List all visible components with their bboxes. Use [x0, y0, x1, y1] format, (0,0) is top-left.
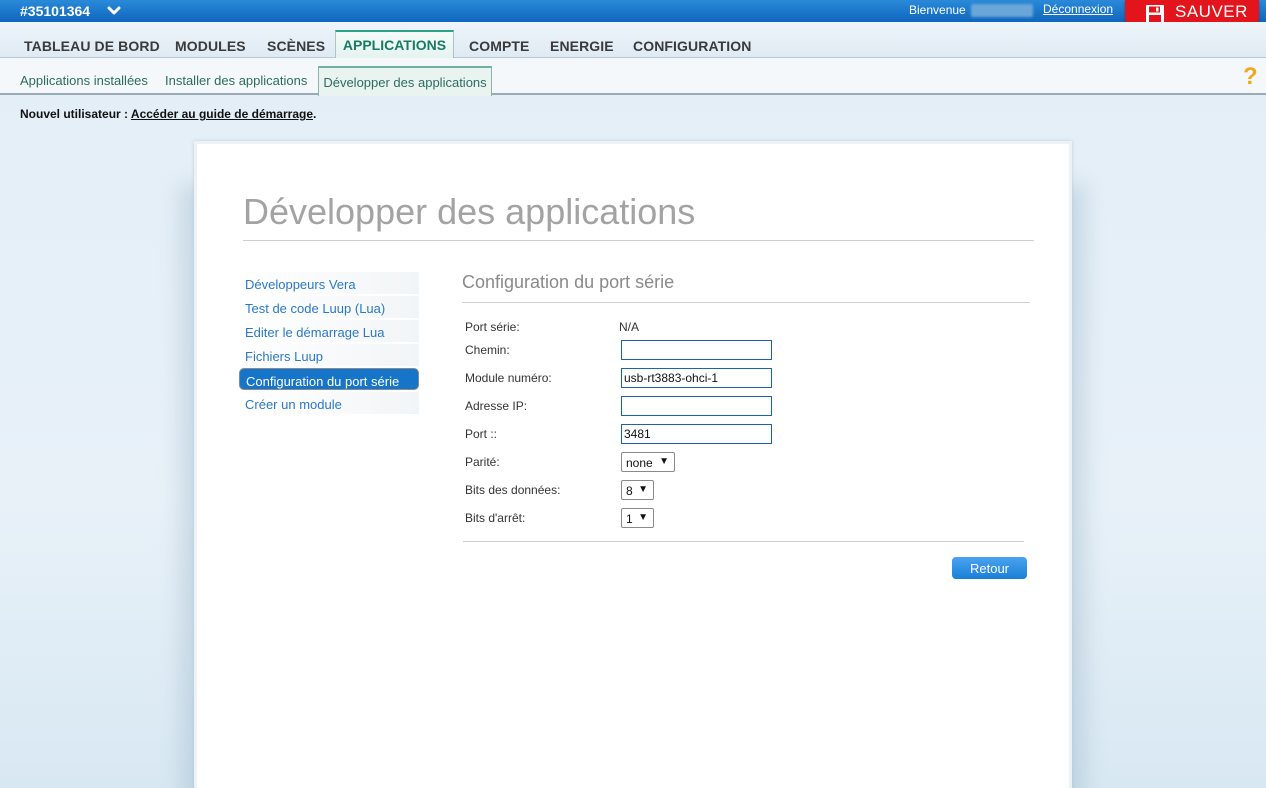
tab-applications-installees[interactable]: Applications installées	[20, 73, 148, 88]
main-nav: TABLEAU DE BORD MODULES SCÈNES APPLICATI…	[0, 22, 1266, 59]
divider	[243, 240, 1034, 241]
content-panel: Développer des applications Développeurs…	[194, 141, 1072, 788]
side-menu-item-editer-demarrage-lua[interactable]: Editer le démarrage Lua	[239, 320, 419, 342]
bits-donnees-value: 8	[626, 484, 633, 498]
welcome-text: Bienvenue	[909, 3, 966, 17]
section-title: Configuration du port série	[462, 272, 675, 292]
help-icon[interactable]: ?	[1243, 63, 1258, 91]
port-input[interactable]	[621, 424, 772, 444]
side-menu-item-fichiers-luup[interactable]: Fichiers Luup	[239, 344, 419, 366]
getting-started-link[interactable]: Accéder au guide de démarrage	[131, 107, 313, 121]
side-menu-item-test-code-luup[interactable]: Test de code Luup (Lua)	[239, 296, 419, 318]
adresse-ip-label: Adresse IP:	[465, 399, 528, 413]
logout-link[interactable]: Déconnexion	[1043, 2, 1113, 16]
top-bar: #35101364 Bienvenue Déconnexion	[0, 0, 1266, 22]
username-redacted	[971, 4, 1033, 17]
port-serie-label: Port série:	[465, 320, 520, 334]
nav-modules[interactable]: MODULES	[175, 38, 246, 54]
adresse-ip-input[interactable]	[621, 396, 772, 416]
nav-tableau-de-bord[interactable]: TABLEAU DE BORD	[24, 38, 160, 54]
tab-installer-applications[interactable]: Installer des applications	[165, 73, 307, 88]
divider	[462, 302, 1030, 303]
parite-select[interactable]: none ▼	[621, 452, 675, 472]
module-numero-label: Module numéro:	[465, 371, 552, 385]
new-user-suffix: .	[313, 107, 317, 121]
new-user-prefix: Nouvel utilisateur :	[20, 107, 129, 121]
dropdown-arrow-icon: ▼	[638, 484, 648, 495]
divider	[463, 541, 1024, 542]
chemin-label: Chemin:	[465, 343, 510, 357]
device-id: #35101364	[20, 3, 91, 19]
port-serie-value: N/A	[619, 320, 640, 334]
page-title: Développer des applications	[243, 191, 696, 232]
bits-arret-value: 1	[626, 512, 633, 526]
bits-donnees-label: Bits des données:	[465, 483, 561, 497]
nav-applications[interactable]: APPLICATIONS	[335, 30, 454, 59]
sub-nav: Applications installées Installer des ap…	[0, 58, 1266, 96]
side-menu-item-developpeurs-vera[interactable]: Développeurs Vera	[239, 272, 419, 294]
side-menu-item-creer-module[interactable]: Créer un module	[239, 392, 419, 414]
chemin-input[interactable]	[621, 340, 772, 360]
dropdown-arrow-icon: ▼	[659, 456, 669, 467]
nav-compte[interactable]: COMPTE	[469, 38, 530, 54]
dropdown-arrow-icon: ▼	[638, 512, 648, 523]
tab-developper-applications[interactable]: Développer des applications	[318, 66, 492, 96]
bits-arret-label: Bits d'arrêt:	[465, 511, 526, 525]
nav-energie[interactable]: ENERGIE	[550, 38, 614, 54]
parite-label: Parité:	[465, 455, 500, 469]
parite-value: none	[626, 456, 653, 470]
module-numero-input[interactable]	[621, 368, 772, 388]
side-menu-item-configuration-port-serie[interactable]: Configuration du port série	[239, 368, 419, 390]
nav-configuration[interactable]: CONFIGURATION	[633, 38, 751, 54]
new-user-notice: Nouvel utilisateur : Accéder au guide de…	[20, 107, 316, 121]
port-label: Port ::	[465, 427, 498, 441]
nav-scenes[interactable]: SCÈNES	[267, 38, 325, 54]
bits-arret-select[interactable]: 1 ▼	[621, 508, 654, 528]
floppy-disk-icon	[1145, 4, 1165, 24]
save-button-label: SAUVER	[1175, 2, 1248, 21]
back-button[interactable]: Retour	[952, 557, 1027, 579]
bits-donnees-select[interactable]: 8 ▼	[621, 480, 654, 500]
chevron-down-icon[interactable]	[107, 4, 121, 18]
